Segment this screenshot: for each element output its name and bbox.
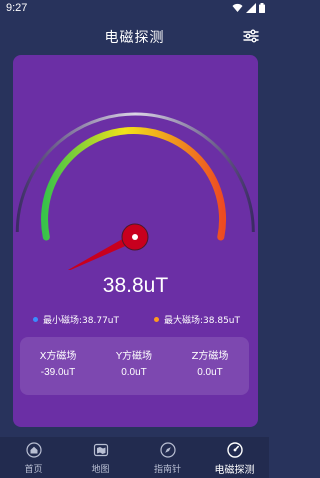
nav-item-map[interactable]: 地图: [67, 437, 134, 478]
gauge-color-arc: [41, 127, 227, 241]
gauge-icon: [227, 442, 243, 458]
bottom-nav: 首页 地图 指南针 电磁探测: [0, 437, 269, 478]
axis-x-value: -39.0uT: [40, 367, 76, 378]
max-marker: [154, 317, 159, 322]
axis-z-label: Z方磁场: [191, 351, 229, 362]
gauge-hub-dot: [132, 234, 138, 240]
nav-item-home[interactable]: 首页: [0, 437, 67, 478]
compass-icon: [160, 442, 176, 458]
axis-y-value: 0.0uT: [121, 367, 147, 378]
nav-item-emf[interactable]: 电磁探测: [201, 437, 268, 478]
axis-z-value: 0.0uT: [197, 367, 223, 378]
wifi-icon: [232, 3, 243, 12]
status-bar: 9:27: [0, 0, 269, 20]
axis-y-label: Y方磁场: [115, 351, 153, 362]
nav-label-home: 首页: [24, 465, 43, 475]
detector-card: 38.8uT 最小磁场:38.77uT 最大磁场:38.85uT X方磁场 -3…: [13, 55, 258, 427]
nav-label-map: 地图: [91, 465, 110, 475]
max-field-text: 最大磁场:38.85uT: [164, 316, 240, 326]
settings-sliders-icon[interactable]: [243, 28, 259, 44]
field-reading: 38.8uT: [102, 274, 169, 297]
min-marker: [33, 317, 38, 322]
axes-panel: X方磁场 -39.0uT Y方磁场 0.0uT Z方磁场 0.0uT: [20, 337, 249, 395]
home-icon: [26, 442, 42, 458]
app-header: 电磁探测: [0, 20, 269, 54]
map-icon: [93, 443, 109, 457]
page-title: 电磁探测: [104, 30, 165, 46]
status-icons: [232, 3, 265, 13]
magnetic-gauge: [15, 112, 255, 270]
axis-x-label: X方磁场: [39, 351, 77, 362]
battery-icon: [259, 3, 265, 13]
nav-item-compass[interactable]: 指南针: [134, 437, 201, 478]
nav-label-emf: 电磁探测: [214, 465, 255, 476]
signal-icon: [246, 3, 256, 13]
min-field-text: 最小磁场:38.77uT: [43, 316, 119, 326]
nav-label-compass: 指南针: [153, 465, 181, 475]
legend-max: 最大磁场:38.85uT: [154, 313, 240, 326]
legend-min: 最小磁场:38.77uT: [33, 313, 119, 326]
status-time: 9:27: [6, 2, 28, 14]
